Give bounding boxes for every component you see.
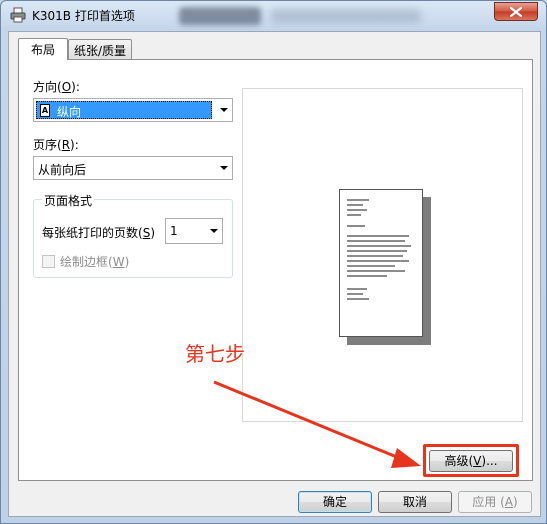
pages-per-sheet-label: 每张纸打印的页数(S)	[42, 226, 155, 240]
orientation-dropdown[interactable]: A 纵向	[33, 98, 233, 122]
printer-icon	[10, 7, 26, 23]
pages-per-sheet-value: 1	[170, 224, 178, 238]
apply-button[interactable]: 应用 (A)	[458, 491, 532, 513]
printing-preferences-window: K301B 打印首选项 布局 纸张/质量 方向(O): A 纵向 页序(R): …	[0, 0, 547, 524]
step-annotation: 第七步	[185, 342, 245, 366]
dropdown-arrow-icon	[210, 229, 218, 233]
draw-borders-checkbox[interactable]	[42, 255, 55, 268]
page-order-label: 页序(R):	[33, 138, 79, 152]
tab-layout[interactable]: 布局	[18, 38, 68, 60]
title-blur	[271, 9, 421, 23]
advanced-button[interactable]: 高级(V)...	[429, 450, 513, 472]
ok-button[interactable]: 确定	[298, 491, 372, 513]
portrait-orientation-icon: A	[40, 104, 50, 117]
page-order-dropdown[interactable]: 从前向后	[33, 156, 233, 180]
tab-paper-quality-label: 纸张/质量	[73, 44, 127, 58]
cancel-button[interactable]: 取消	[378, 491, 452, 513]
orientation-selected: A 纵向	[36, 101, 212, 119]
dropdown-arrow-icon	[220, 108, 228, 112]
title-bar: K301B 打印首选项	[1, 1, 546, 29]
pages-per-sheet-dropdown[interactable]: 1	[165, 218, 223, 244]
layout-preview	[242, 88, 523, 422]
layout-panel: 方向(O): A 纵向 页序(R): 从前向后 页面格式 每张纸打印的页数(S)…	[18, 59, 533, 481]
title-blur	[179, 7, 261, 25]
tab-paper-quality[interactable]: 纸张/质量	[68, 39, 132, 60]
page-format-title: 页面格式	[42, 192, 95, 209]
draw-borders-label: 绘制边框(W)	[60, 255, 130, 269]
page-format-group: 页面格式 每张纸打印的页数(S) 1 绘制边框(W)	[33, 192, 233, 278]
dropdown-arrow-icon	[220, 166, 228, 170]
close-button[interactable]	[494, 2, 538, 21]
close-icon	[510, 6, 522, 17]
orientation-value: 纵向	[57, 105, 82, 119]
tab-layout-label: 布局	[30, 43, 55, 57]
page-order-value: 从前向后	[38, 163, 87, 177]
window-title: K301B 打印首选项	[32, 9, 135, 23]
orientation-label: 方向(O):	[33, 80, 80, 94]
preview-page	[339, 189, 423, 337]
dialog-body: 布局 纸张/质量 方向(O): A 纵向 页序(R): 从前向后 页面格式 每张…	[8, 31, 541, 517]
